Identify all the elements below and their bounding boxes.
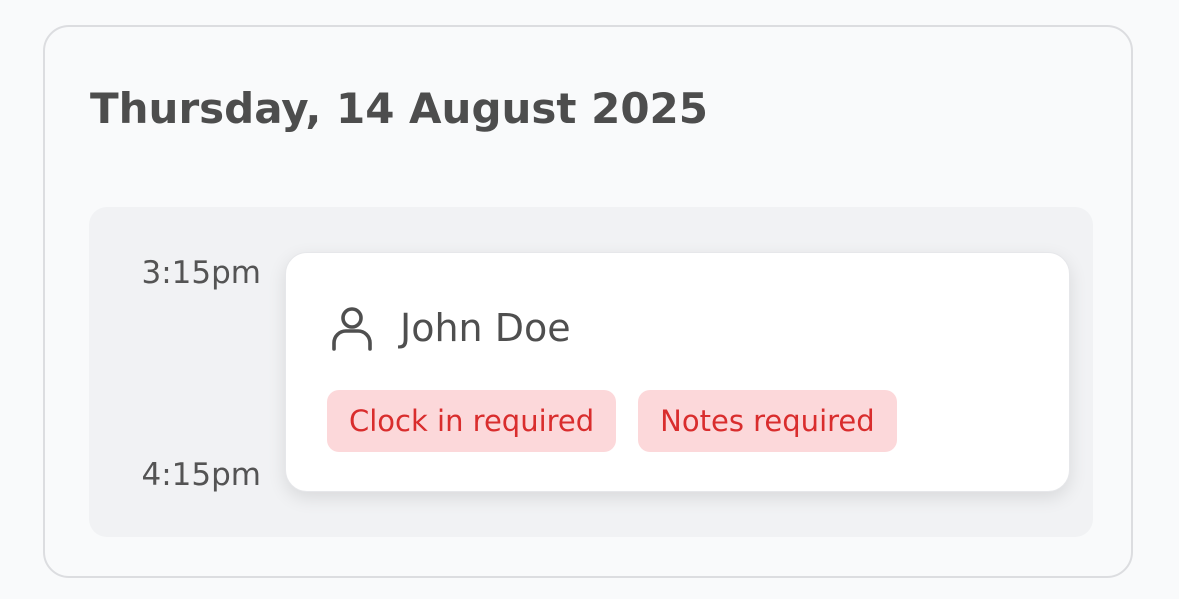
notes-required-badge: Notes required xyxy=(638,390,897,452)
end-time-label: 4:15pm xyxy=(141,457,262,493)
person-icon xyxy=(330,304,374,352)
start-time-label: 3:15pm xyxy=(141,255,262,291)
assignee: John Doe xyxy=(330,303,571,353)
day-card: Thursday, 14 August 2025 3:15pm 4:15pm J… xyxy=(43,25,1133,578)
badge-list: Clock in required Notes required xyxy=(327,390,897,452)
date-title: Thursday, 14 August 2025 xyxy=(90,84,709,133)
assignee-name: John Doe xyxy=(400,306,571,350)
shift-card[interactable]: John Doe Clock in required Notes require… xyxy=(285,252,1070,492)
schedule-panel: 3:15pm 4:15pm John Doe Clock in required… xyxy=(89,207,1093,537)
clock-in-required-badge: Clock in required xyxy=(327,390,617,452)
